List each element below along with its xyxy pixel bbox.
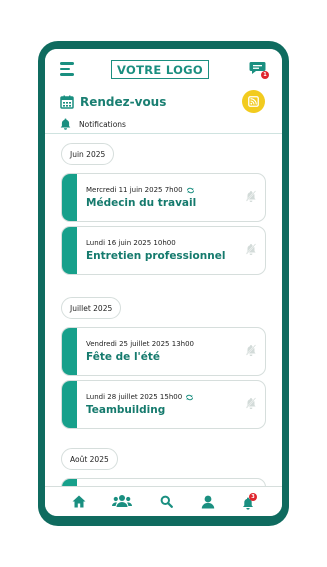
menu-icon[interactable]	[60, 62, 76, 76]
notifications-badge: 3	[249, 493, 257, 501]
users-icon[interactable]	[112, 494, 132, 508]
notifications-label: Notifications	[79, 119, 126, 129]
search-icon[interactable]	[160, 495, 173, 508]
calendar-icon	[60, 95, 74, 109]
event-accent-bar	[62, 381, 77, 428]
bell-muted-icon[interactable]	[245, 190, 257, 202]
app-screen: VOTRE LOGO 1 Rendez-vous Notifications J…	[45, 49, 282, 516]
event-date: Mercredi 11 juin 2025 7h00	[86, 186, 183, 194]
logo: VOTRE LOGO	[111, 60, 209, 79]
event-card-partial[interactable]	[61, 478, 266, 486]
month-label: Août 2025	[61, 448, 118, 470]
event-card[interactable]: Lundi 28 juillet 2025 15h00 Teambuilding	[61, 380, 266, 429]
chat-badge: 1	[261, 71, 269, 79]
bell-muted-icon[interactable]	[245, 397, 257, 409]
app-header: VOTRE LOGO 1 Rendez-vous Notifications	[45, 49, 282, 134]
event-card[interactable]: Lundi 16 juin 2025 10h00 Entretien profe…	[61, 226, 266, 275]
notifications-tab[interactable]: 3	[242, 493, 257, 510]
appointments-list[interactable]: Juin 2025 Mercredi 11 juin 2025 7h00 Méd…	[45, 134, 282, 486]
event-accent-bar	[62, 479, 77, 486]
event-title: Teambuilding	[86, 404, 166, 416]
bell-muted-icon[interactable]	[245, 243, 257, 255]
bell-muted-icon[interactable]	[245, 344, 257, 356]
event-date-row: Lundi 28 juillet 2025 15h00	[86, 393, 194, 401]
phone-frame: VOTRE LOGO 1 Rendez-vous Notifications J…	[38, 41, 289, 526]
event-date-row: Vendredi 25 juillet 2025 13h00	[86, 340, 194, 348]
page-title: Rendez-vous	[80, 95, 167, 109]
event-date: Lundi 28 juillet 2025 15h00	[86, 393, 183, 401]
bottom-tab-bar: 3	[45, 486, 282, 516]
event-title: Entretien professionnel	[86, 250, 226, 262]
event-title: Fête de l'été	[86, 351, 161, 363]
chat-icon[interactable]: 1	[249, 60, 271, 80]
event-title: Médecin du travail	[86, 197, 197, 209]
event-accent-bar	[62, 174, 77, 221]
page-title-row: Rendez-vous	[60, 93, 166, 111]
recurring-icon	[186, 187, 194, 193]
profile-icon[interactable]	[201, 495, 215, 509]
event-date-row: Lundi 16 juin 2025 10h00	[86, 239, 176, 247]
event-date-row: Mercredi 11 juin 2025 7h00	[86, 186, 195, 194]
event-date: Vendredi 25 juillet 2025 13h00	[86, 340, 194, 348]
event-card[interactable]: Mercredi 11 juin 2025 7h00 Médecin du tr…	[61, 173, 266, 222]
event-date: Lundi 16 juin 2025 10h00	[86, 239, 176, 247]
rss-icon	[248, 96, 259, 107]
event-accent-bar	[62, 227, 77, 274]
home-icon[interactable]	[72, 495, 86, 508]
recurring-icon	[186, 394, 194, 400]
notifications-toggle[interactable]: Notifications	[60, 118, 126, 130]
event-accent-bar	[62, 328, 77, 375]
bell-icon	[60, 118, 71, 130]
rss-button[interactable]	[242, 90, 265, 113]
month-label: Juin 2025	[61, 143, 115, 165]
event-card[interactable]: Vendredi 25 juillet 2025 13h00 Fête de l…	[61, 327, 266, 376]
month-label: Juillet 2025	[61, 297, 122, 319]
